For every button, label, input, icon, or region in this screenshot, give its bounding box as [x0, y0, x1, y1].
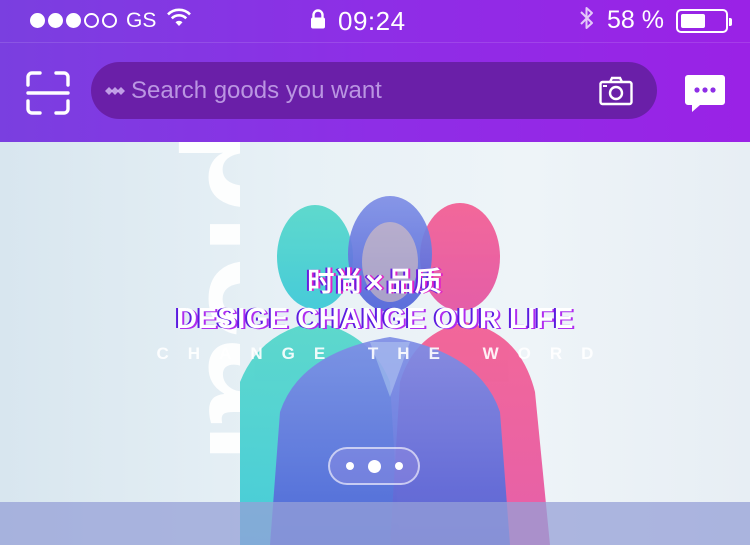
message-icon	[685, 75, 725, 112]
pager-dot[interactable]	[394, 462, 403, 470]
pager-dot[interactable]	[345, 462, 354, 470]
carrier-name: GS	[126, 8, 157, 32]
signal-dot	[30, 13, 45, 28]
app-header: GS 09:24 58 % Search goods you want	[0, 0, 750, 142]
signal-strength	[30, 13, 117, 28]
battery-percent: 58 %	[607, 6, 664, 34]
status-bar: GS 09:24 58 %	[0, 0, 750, 42]
scan-icon	[26, 71, 70, 115]
status-center: 09:24	[310, 6, 406, 37]
clock: 09:24	[338, 6, 406, 36]
signal-dot	[48, 13, 63, 28]
banner-title-en: DESIGE CHANGE OUR LIFE	[176, 303, 574, 335]
camera-icon	[599, 76, 633, 106]
battery-icon	[676, 8, 732, 33]
status-left: GS	[30, 8, 192, 33]
wifi-icon	[166, 8, 192, 33]
banner-copy: 时尚×品质 DESIGE CHANGE OUR LIFE CHANGE THE …	[0, 260, 750, 364]
signal-dot	[84, 13, 99, 28]
search-input[interactable]	[131, 62, 571, 119]
message-button[interactable]	[684, 74, 726, 114]
banner-subtitle: CHANGE THE WORD	[156, 344, 613, 363]
pager-dot[interactable]	[367, 459, 381, 473]
battery-fill	[681, 13, 706, 28]
scan-button[interactable]	[26, 71, 70, 115]
lock-icon	[310, 9, 326, 34]
status-right: 58 %	[579, 6, 732, 35]
bluetooth-icon	[579, 6, 595, 35]
search-icon	[105, 84, 125, 102]
camera-button[interactable]	[599, 76, 633, 106]
search-toolbar	[0, 42, 750, 142]
search-bar[interactable]	[91, 62, 657, 119]
promo-banner[interactable]: pican 时尚×品质 DESIGE CHANGE OUR LIFE CHANG…	[0, 142, 750, 545]
banner-title-cn: 时尚×品质	[307, 267, 443, 298]
signal-dot	[66, 13, 81, 28]
banner-bottom-strip	[0, 502, 750, 545]
signal-dot	[102, 13, 117, 28]
carousel-pager[interactable]	[328, 447, 420, 485]
